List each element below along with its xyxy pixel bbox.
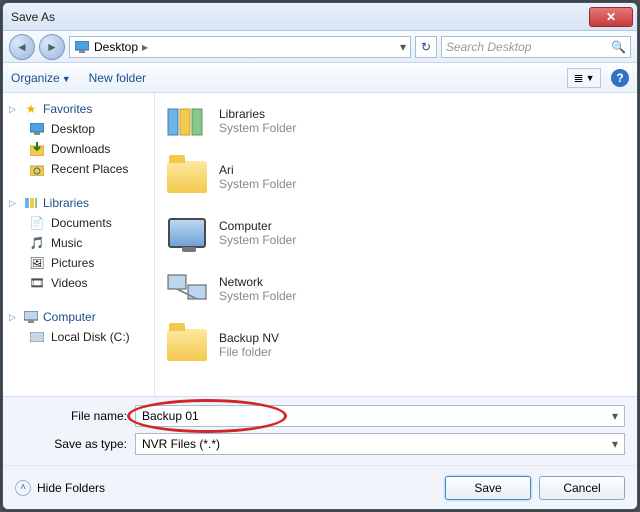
expand-icon: ▷ <box>9 198 19 209</box>
list-item[interactable]: NetworkSystem Folder <box>155 261 637 317</box>
sidebar: ▷ ★ Favorites Desktop Downloads Recent P… <box>3 93 155 396</box>
save-type-select[interactable]: NVR Files (*.*) ▾ <box>135 433 625 455</box>
sidebar-item-documents[interactable]: 📄Documents <box>9 213 154 233</box>
breadcrumb-chevron-icon: ▸ <box>142 40 148 54</box>
help-button[interactable]: ? <box>611 69 629 87</box>
chevron-down-icon[interactable]: ▾ <box>612 409 618 423</box>
search-icon: 🔍 <box>611 40 626 54</box>
filename-input[interactable]: Backup 01 ▾ <box>135 405 625 427</box>
list-item[interactable]: AriSystem Folder <box>155 149 637 205</box>
cancel-button[interactable]: Cancel <box>539 476 625 500</box>
expand-icon: ▷ <box>9 104 19 115</box>
forward-button[interactable]: ► <box>39 34 65 60</box>
sidebar-item-recent[interactable]: Recent Places <box>9 159 154 179</box>
file-list[interactable]: LibrariesSystem Folder AriSystem Folder … <box>155 93 637 396</box>
folder-icon <box>165 323 209 367</box>
sidebar-group-libraries: ▷ Libraries 📄Documents 🎵Music 🖼Pictures … <box>9 193 154 293</box>
sidebar-header-favorites[interactable]: ▷ ★ Favorites <box>9 99 154 119</box>
sidebar-header-libraries[interactable]: ▷ Libraries <box>9 193 154 213</box>
chevron-down-icon: ▼ <box>586 73 595 83</box>
address-location: Desktop <box>94 40 138 54</box>
help-icon: ? <box>616 71 623 85</box>
window-title: Save As <box>7 10 589 24</box>
computer-icon <box>165 211 209 255</box>
user-folder-icon <box>165 155 209 199</box>
sidebar-item-downloads[interactable]: Downloads <box>9 139 154 159</box>
footer: ˄ Hide Folders Save Cancel <box>3 465 637 509</box>
navbar: ◄ ► Desktop ▸ ▾ ↻ Search Desktop 🔍 <box>3 31 637 63</box>
close-icon: ✕ <box>606 10 616 24</box>
chevron-down-icon: ▼ <box>62 74 71 84</box>
network-icon <box>165 267 209 311</box>
disk-icon <box>29 329 45 345</box>
back-button[interactable]: ◄ <box>9 34 35 60</box>
downloads-icon <box>29 141 45 157</box>
sidebar-item-local-disk[interactable]: Local Disk (C:) <box>9 327 154 347</box>
sidebar-header-computer[interactable]: ▷ Computer <box>9 307 154 327</box>
arrow-right-icon: ► <box>46 40 58 54</box>
refresh-icon: ↻ <box>421 40 431 54</box>
sidebar-item-music[interactable]: 🎵Music <box>9 233 154 253</box>
titlebar: Save As ✕ <box>3 3 637 31</box>
save-as-dialog: Save As ✕ ◄ ► Desktop ▸ ▾ ↻ Search Deskt… <box>2 2 638 510</box>
desktop-icon <box>29 121 45 137</box>
sidebar-item-desktop[interactable]: Desktop <box>9 119 154 139</box>
view-options-button[interactable]: ≣▼ <box>567 68 601 88</box>
new-folder-button[interactable]: New folder <box>89 71 146 85</box>
list-item[interactable]: Backup NVFile folder <box>155 317 637 373</box>
form: File name: Backup 01 ▾ Save as type: NVR… <box>3 397 637 465</box>
sidebar-group-favorites: ▷ ★ Favorites Desktop Downloads Recent P… <box>9 99 154 179</box>
chevron-down-icon[interactable]: ▾ <box>612 437 618 451</box>
sidebar-item-pictures[interactable]: 🖼Pictures <box>9 253 154 273</box>
documents-icon: 📄 <box>29 215 45 231</box>
libraries-icon <box>23 195 39 211</box>
arrow-left-icon: ◄ <box>16 40 28 54</box>
close-button[interactable]: ✕ <box>589 7 633 27</box>
body: ▷ ★ Favorites Desktop Downloads Recent P… <box>3 93 637 397</box>
expand-icon: ▷ <box>9 312 19 323</box>
computer-icon <box>23 309 39 325</box>
save-type-label: Save as type: <box>15 437 135 451</box>
save-button[interactable]: Save <box>445 476 531 500</box>
search-input[interactable]: Search Desktop 🔍 <box>441 36 631 58</box>
libraries-icon <box>165 99 209 143</box>
list-item[interactable]: ComputerSystem Folder <box>155 205 637 261</box>
search-placeholder: Search Desktop <box>446 40 531 54</box>
recent-icon <box>29 161 45 177</box>
sidebar-group-computer: ▷ Computer Local Disk (C:) <box>9 307 154 347</box>
music-icon: 🎵 <box>29 235 45 251</box>
videos-icon: 🎞 <box>29 275 45 291</box>
organize-menu[interactable]: Organize▼ <box>11 71 71 85</box>
list-item[interactable]: LibrariesSystem Folder <box>155 93 637 149</box>
star-icon: ★ <box>23 101 39 117</box>
refresh-button[interactable]: ↻ <box>415 36 437 58</box>
hide-folders-button[interactable]: ˄ Hide Folders <box>15 480 105 496</box>
desktop-icon <box>74 39 90 55</box>
pictures-icon: 🖼 <box>29 255 45 271</box>
toolbar: Organize▼ New folder ≣▼ ? <box>3 63 637 93</box>
view-icon: ≣ <box>574 71 584 85</box>
sidebar-item-videos[interactable]: 🎞Videos <box>9 273 154 293</box>
filename-label: File name: <box>15 409 135 423</box>
address-bar[interactable]: Desktop ▸ ▾ <box>69 36 411 58</box>
collapse-icon: ˄ <box>15 480 31 496</box>
address-dropdown-icon[interactable]: ▾ <box>400 40 406 54</box>
